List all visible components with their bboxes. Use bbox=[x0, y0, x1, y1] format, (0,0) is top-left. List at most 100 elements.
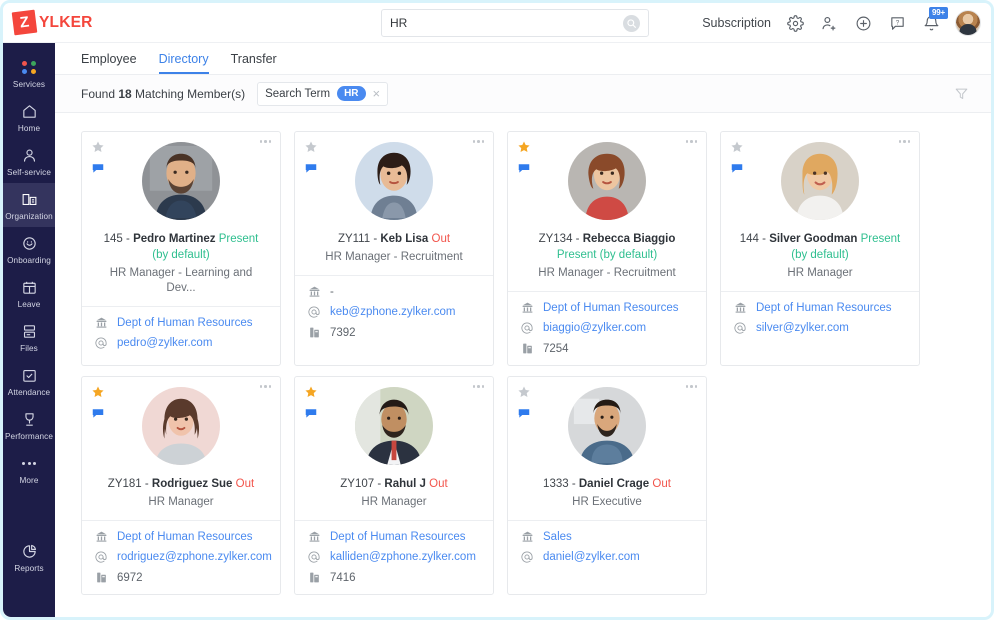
employee-id: 1333 bbox=[543, 478, 569, 490]
employee-card[interactable]: ZY107 - Rahul J Out HR Manager bbox=[294, 376, 494, 595]
sidebar-item-files[interactable]: Files bbox=[3, 315, 55, 359]
close-icon[interactable]: × bbox=[373, 87, 381, 100]
card-menu-icon[interactable] bbox=[260, 140, 272, 143]
sidebar-item-organization[interactable]: Organization bbox=[3, 183, 55, 227]
sidebar-item-performance[interactable]: Performance bbox=[3, 403, 55, 447]
employee-role: HR Manager - Learning and Dev... bbox=[90, 266, 272, 296]
search-term-chip[interactable]: Search Term HR × bbox=[257, 82, 388, 106]
department-row[interactable]: Sales bbox=[520, 530, 694, 543]
status-badge: Present (by default) bbox=[557, 249, 657, 261]
employee-card[interactable]: 145 - Pedro Martinez Present (by default… bbox=[81, 131, 281, 366]
tab-employee[interactable]: Employee bbox=[81, 52, 137, 74]
email-row[interactable]: keb@zphone.zylker.com bbox=[307, 305, 481, 319]
employee-card[interactable]: 144 - Silver Goodman Present (by default… bbox=[720, 131, 920, 366]
chat-icon[interactable] bbox=[91, 406, 105, 420]
card-header: ZY134 - Rebecca Biaggio Present (by defa… bbox=[508, 132, 706, 291]
search-input[interactable] bbox=[390, 16, 623, 30]
card-header: 144 - Silver Goodman Present (by default… bbox=[721, 132, 919, 291]
extension-row[interactable]: 7254 bbox=[520, 342, 694, 355]
tab-bar: Employee Directory Transfer bbox=[55, 43, 991, 75]
employee-card-grid: 145 - Pedro Martinez Present (by default… bbox=[55, 113, 991, 617]
card-name-line: ZY111 - Keb Lisa Out bbox=[303, 231, 485, 247]
plus-circle-icon[interactable] bbox=[853, 13, 873, 33]
email-value: pedro@zylker.com bbox=[117, 337, 212, 349]
sidebar-item-onboarding[interactable]: Onboarding bbox=[3, 227, 55, 271]
chat-icon[interactable] bbox=[517, 406, 531, 420]
add-user-icon[interactable] bbox=[819, 13, 839, 33]
department-row[interactable]: Dept of Human Resources bbox=[94, 530, 268, 543]
user-avatar[interactable] bbox=[955, 10, 981, 36]
at-icon bbox=[520, 550, 534, 564]
organization-icon bbox=[21, 190, 38, 209]
department-row[interactable]: Dept of Human Resources bbox=[733, 301, 907, 314]
star-icon[interactable] bbox=[304, 385, 318, 399]
sidebar-item-self-service[interactable]: Self-service bbox=[3, 139, 55, 183]
gear-icon[interactable] bbox=[785, 13, 805, 33]
extension-row[interactable]: 7392 bbox=[307, 326, 481, 339]
card-menu-icon[interactable] bbox=[899, 140, 911, 143]
main-content: Employee Directory Transfer Found 18 Mat… bbox=[55, 43, 991, 617]
help-icon[interactable]: ? bbox=[887, 13, 907, 33]
chat-icon[interactable] bbox=[304, 406, 318, 420]
bell-icon[interactable]: 99+ bbox=[921, 13, 941, 33]
chat-icon[interactable] bbox=[730, 161, 744, 175]
building-icon bbox=[94, 316, 108, 329]
card-quick-actions bbox=[304, 385, 318, 420]
department-row[interactable]: Dept of Human Resources bbox=[94, 316, 268, 329]
department-row[interactable]: Dept of Human Resources bbox=[520, 301, 694, 314]
extension-value: 7392 bbox=[330, 327, 356, 339]
email-row[interactable]: daniel@zylker.com bbox=[520, 550, 694, 564]
extension-row[interactable]: 7416 bbox=[307, 571, 481, 584]
card-menu-icon[interactable] bbox=[473, 140, 485, 143]
sidebar-label: Files bbox=[20, 344, 38, 353]
star-icon[interactable] bbox=[304, 140, 318, 154]
chat-icon[interactable] bbox=[304, 161, 318, 175]
employee-photo bbox=[568, 387, 646, 465]
chat-icon[interactable] bbox=[517, 161, 531, 175]
tab-directory[interactable]: Directory bbox=[159, 52, 209, 74]
card-menu-icon[interactable] bbox=[686, 385, 698, 388]
search-icon[interactable] bbox=[623, 15, 640, 32]
sidebar-item-more[interactable]: More bbox=[3, 447, 55, 491]
card-contact-info: Sales daniel@zylker.com bbox=[508, 520, 706, 574]
star-icon[interactable] bbox=[517, 385, 531, 399]
department-row[interactable]: Dept of Human Resources bbox=[307, 530, 481, 543]
star-icon[interactable] bbox=[730, 140, 744, 154]
tab-transfer[interactable]: Transfer bbox=[231, 52, 277, 74]
employee-card[interactable]: ZY134 - Rebecca Biaggio Present (by defa… bbox=[507, 131, 707, 366]
email-row[interactable]: pedro@zylker.com bbox=[94, 336, 268, 350]
department-row[interactable]: - bbox=[307, 285, 481, 298]
chat-icon[interactable] bbox=[91, 161, 105, 175]
search-box[interactable] bbox=[381, 9, 649, 37]
employee-name: Pedro Martinez bbox=[133, 233, 215, 245]
card-menu-icon[interactable] bbox=[473, 385, 485, 388]
star-icon[interactable] bbox=[91, 140, 105, 154]
sidebar-item-services[interactable]: Services bbox=[3, 51, 55, 95]
employee-card[interactable]: 1333 - Daniel Crage Out HR Executive bbox=[507, 376, 707, 595]
sidebar-item-attendance[interactable]: Attendance bbox=[3, 359, 55, 403]
sidebar-item-leave[interactable]: Leave bbox=[3, 271, 55, 315]
sidebar-item-home[interactable]: Home bbox=[3, 95, 55, 139]
ellipsis-icon bbox=[22, 454, 36, 473]
card-menu-icon[interactable] bbox=[686, 140, 698, 143]
card-menu-icon[interactable] bbox=[260, 385, 272, 388]
email-row[interactable]: kalliden@zphone.zylker.com bbox=[307, 550, 481, 564]
at-icon bbox=[94, 336, 108, 350]
sidebar-item-reports[interactable]: Reports bbox=[3, 535, 55, 579]
desk-phone-icon bbox=[520, 342, 534, 355]
filter-funnel-icon[interactable] bbox=[954, 86, 969, 101]
employee-photo bbox=[355, 142, 433, 220]
brand-logo[interactable]: Z YLKER bbox=[3, 11, 143, 34]
global-search[interactable] bbox=[381, 9, 649, 37]
subscription-link[interactable]: Subscription bbox=[702, 16, 771, 30]
employee-card[interactable]: ZY181 - Rodriguez Sue Out HR Manager bbox=[81, 376, 281, 595]
email-row[interactable]: rodriguez@zphone.zylker.com bbox=[94, 550, 268, 564]
email-value: daniel@zylker.com bbox=[543, 551, 640, 563]
employee-card[interactable]: ZY111 - Keb Lisa Out HR Manager - Recrui… bbox=[294, 131, 494, 366]
building-icon bbox=[94, 530, 108, 543]
email-row[interactable]: silver@zylker.com bbox=[733, 321, 907, 335]
extension-row[interactable]: 6972 bbox=[94, 571, 268, 584]
star-icon[interactable] bbox=[91, 385, 105, 399]
star-icon[interactable] bbox=[517, 140, 531, 154]
email-row[interactable]: biaggio@zylker.com bbox=[520, 321, 694, 335]
